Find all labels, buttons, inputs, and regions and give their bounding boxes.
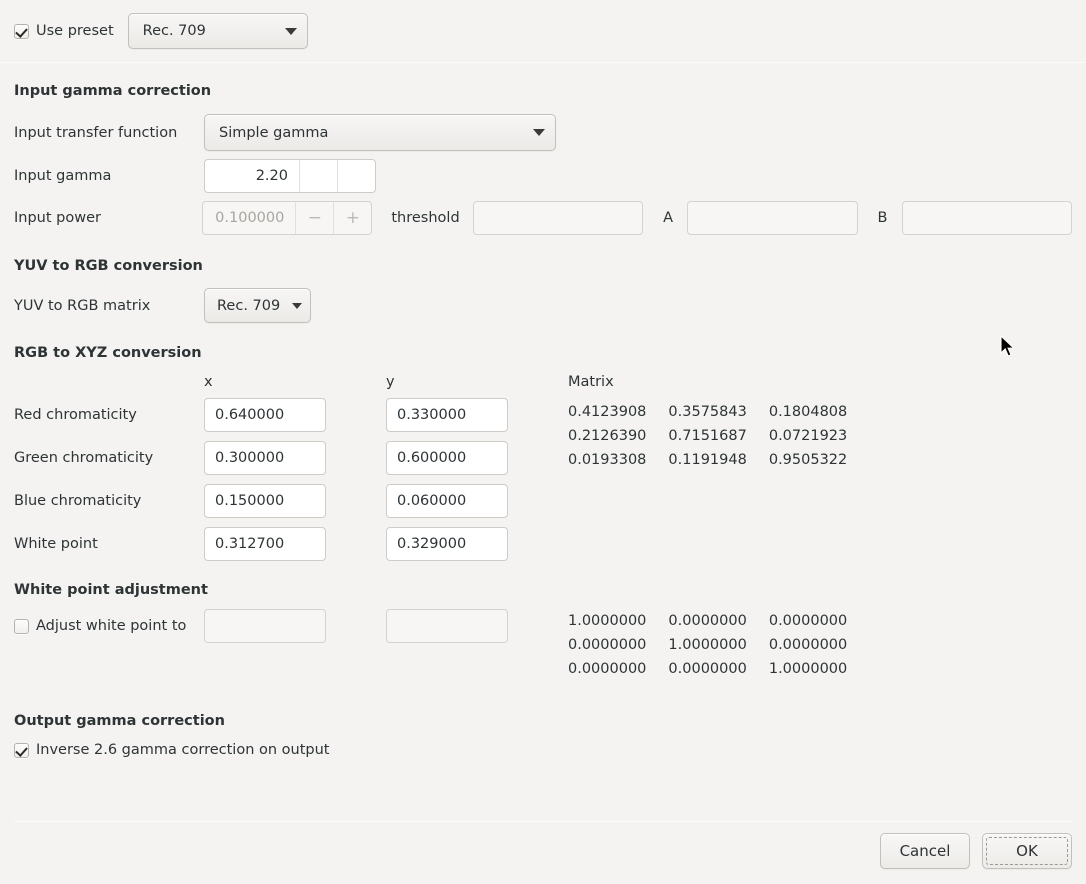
cancel-button[interactable]: Cancel: [880, 833, 970, 869]
matrix-cell: 0.1804808: [768, 404, 848, 420]
matrix-cell: 1.0000000: [668, 637, 747, 653]
input-transfer-function-value: Simple gamma: [219, 124, 329, 141]
green-chromaticity-y-input[interactable]: 0.600000: [386, 441, 508, 475]
chevron-down-icon: [284, 27, 297, 35]
yuv-matrix-dropdown[interactable]: Rec. 709: [204, 288, 312, 323]
matrix-cell: 0.0000000: [568, 637, 647, 653]
yuv-matrix-value: Rec. 709: [217, 297, 281, 314]
input-transfer-function-label: Input transfer function: [14, 124, 178, 141]
input-transfer-function-dropdown[interactable]: Simple gamma: [204, 114, 556, 151]
white-point-x-input[interactable]: 0.312700: [204, 527, 326, 561]
bottom-separator: [14, 821, 1072, 822]
red-chromaticity-x-input[interactable]: 0.640000: [204, 398, 326, 432]
matrix-cell: 0.0721923: [768, 428, 848, 444]
green-chromaticity-x-input[interactable]: 0.300000: [204, 441, 326, 475]
rgb-xyz-column-headers: x y Matrix: [14, 374, 1072, 390]
chevron-down-icon: [292, 302, 303, 309]
inverse-gamma-checkbox[interactable]: [14, 742, 29, 758]
input-gamma-section-title: Input gamma correction: [14, 83, 212, 99]
blue-chromaticity-row: Blue chromaticity 0.150000 0.060000: [14, 484, 508, 518]
matrix-cell: 0.0000000: [668, 661, 747, 677]
blue-chromaticity-x-input[interactable]: 0.150000: [204, 484, 326, 518]
white-point-label: White point: [14, 536, 98, 552]
matrix-cell: 0.0000000: [568, 661, 647, 677]
white-point-y-input[interactable]: 0.329000: [386, 527, 508, 561]
rgb-xyz-grid: x y Matrix Red chromaticity 0.640000 0.3…: [14, 374, 1072, 561]
column-header-y: y: [386, 374, 395, 390]
matrix-caption: Matrix: [568, 374, 614, 390]
inverse-gamma-label: Inverse 2.6 gamma correction on output: [36, 742, 330, 758]
rgb-xyz-section-title: RGB to XYZ conversion: [14, 345, 202, 361]
b-label: B: [877, 210, 888, 226]
column-header-x: x: [204, 374, 213, 390]
matrix-cell: 0.0000000: [768, 637, 848, 653]
red-chromaticity-row: Red chromaticity 0.640000 0.330000: [14, 398, 508, 432]
use-preset-label: Use preset: [36, 23, 114, 39]
adjust-white-point-y-input[interactable]: [386, 609, 508, 643]
dialog-action-bar: Cancel OK: [880, 833, 1072, 869]
threshold-label: threshold: [391, 210, 460, 226]
adjust-white-point-label: Adjust white point to: [36, 618, 187, 634]
input-gamma-value[interactable]: 2.20: [205, 160, 299, 192]
inverse-gamma-checkbox-row[interactable]: Inverse 2.6 gamma correction on output: [14, 742, 1072, 758]
green-chromaticity-label: Green chromaticity: [14, 450, 154, 466]
matrix-cell: 0.0000000: [668, 613, 747, 629]
matrix-cell: 0.7151687: [668, 428, 747, 444]
input-gamma-decrement-button[interactable]: [299, 160, 337, 192]
input-gamma-label: Input gamma: [14, 168, 112, 184]
input-gamma-spinner[interactable]: 2.20: [204, 159, 376, 193]
preset-dropdown-value: Rec. 709: [142, 23, 206, 39]
input-transfer-function-row: Input transfer function Simple gamma: [14, 114, 1072, 151]
preset-bar: Use preset Rec. 709: [0, 0, 1086, 62]
white-point-adjustment-row: Adjust white point to 1.0000000 0.000000…: [14, 609, 1072, 677]
input-power-increment-button[interactable]: +: [333, 202, 371, 234]
ok-button[interactable]: OK: [982, 833, 1072, 869]
red-chromaticity-label: Red chromaticity: [14, 407, 137, 423]
white-point-matrix: 1.0000000 0.0000000 0.0000000 0.0000000 …: [568, 613, 847, 677]
red-chromaticity-y-input[interactable]: 0.330000: [386, 398, 508, 432]
input-power-label: Input power: [14, 210, 101, 226]
matrix-cell: 0.9505322: [768, 452, 848, 468]
matrix-cell: 0.2126390: [568, 428, 647, 444]
use-preset-checkbox-row[interactable]: Use preset: [14, 23, 114, 39]
input-gamma-row: Input gamma 2.20: [14, 159, 1072, 193]
matrix-cell: 0.0000000: [768, 613, 848, 629]
yuv-matrix-row: YUV to RGB matrix Rec. 709: [14, 288, 1072, 323]
a-input[interactable]: [687, 201, 858, 235]
use-preset-checkbox[interactable]: [14, 23, 29, 39]
input-power-spinner[interactable]: 0.100000 − +: [202, 201, 373, 235]
chevron-down-icon: [533, 129, 545, 136]
a-label: A: [663, 210, 674, 226]
green-chromaticity-row: Green chromaticity 0.300000 0.600000: [14, 441, 508, 475]
input-power-value[interactable]: 0.100000: [203, 202, 295, 234]
yuv-section-title: YUV to RGB conversion: [14, 258, 203, 274]
input-gamma-increment-button[interactable]: [337, 160, 375, 192]
matrix-cell: 1.0000000: [768, 661, 848, 677]
blue-chromaticity-y-input[interactable]: 0.060000: [386, 484, 508, 518]
matrix-cell: 0.3575843: [668, 404, 747, 420]
dialog-content: Input gamma correction Input transfer fu…: [0, 83, 1086, 758]
adjust-white-point-checkbox[interactable]: [14, 618, 29, 634]
white-point-row: White point 0.312700 0.329000: [14, 527, 508, 561]
white-point-adjustment-section-title: White point adjustment: [14, 582, 208, 598]
output-gamma-section-title: Output gamma correction: [14, 713, 225, 729]
matrix-cell: 1.0000000: [568, 613, 647, 629]
yuv-matrix-label: YUV to RGB matrix: [14, 297, 151, 314]
preset-dropdown[interactable]: Rec. 709: [127, 13, 308, 49]
adjust-white-point-checkbox-row[interactable]: Adjust white point to: [14, 618, 204, 634]
input-power-decrement-button[interactable]: −: [295, 202, 333, 234]
matrix-cell: 0.0193308: [568, 452, 647, 468]
rgb-xyz-matrix: 0.4123908 0.3575843 0.1804808 0.2126390 …: [568, 404, 847, 468]
matrix-cell: 0.4123908: [568, 404, 647, 420]
blue-chromaticity-label: Blue chromaticity: [14, 493, 142, 509]
input-power-row: Input power 0.100000 − + threshold A B: [14, 201, 1072, 235]
threshold-input[interactable]: [472, 201, 644, 235]
b-input[interactable]: [901, 201, 1072, 235]
top-separator: [0, 62, 1086, 63]
adjust-white-point-x-input[interactable]: [204, 609, 326, 643]
matrix-cell: 0.1191948: [668, 452, 747, 468]
